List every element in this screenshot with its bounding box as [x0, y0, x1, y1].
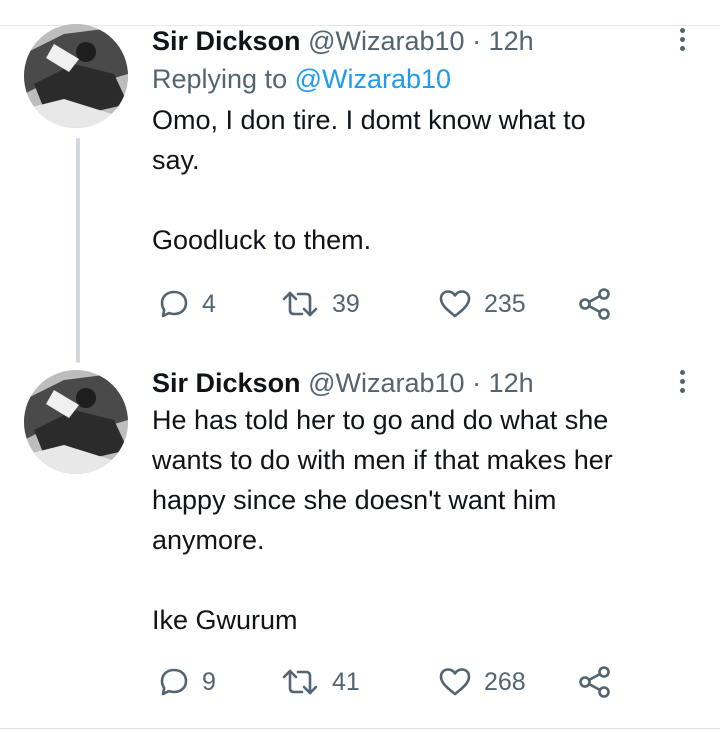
heart-icon — [439, 290, 471, 318]
heart-icon — [439, 668, 471, 696]
author-name[interactable]: Sir Dickson — [152, 368, 301, 398]
reply-icon — [160, 290, 188, 318]
like-count: 235 — [484, 289, 526, 318]
replying-to-mention[interactable]: @Wizarab10 — [295, 64, 451, 94]
separator-dot: · — [472, 368, 482, 398]
bottom-divider — [0, 728, 720, 729]
share-button[interactable] — [578, 662, 612, 702]
author-handle[interactable]: @Wizarab10 — [308, 26, 464, 56]
replying-to: Replying to @Wizarab10 — [152, 62, 692, 96]
share-icon — [579, 288, 610, 320]
tweet-text: Omo, I don tire. I domt know what to say… — [152, 100, 692, 260]
tweet-text-line: anymore. — [152, 525, 265, 555]
like-count: 268 — [484, 667, 526, 696]
tweet-header: Sir Dickson @Wizarab10 · 12h — [152, 26, 692, 56]
author-name[interactable]: Sir Dickson — [152, 26, 301, 56]
replying-to-label: Replying to — [152, 64, 288, 94]
tweet-text-line: Goodluck to them. — [152, 225, 372, 255]
tweet-text-line: say. — [152, 145, 200, 175]
retweet-icon — [282, 669, 318, 695]
avatar[interactable] — [24, 24, 128, 128]
retweet-count: 41 — [332, 667, 360, 696]
reply-button[interactable]: 4 — [158, 284, 216, 324]
author-handle[interactable]: @Wizarab10 — [308, 368, 464, 398]
like-button[interactable]: 235 — [438, 284, 526, 324]
timestamp[interactable]: 12h — [489, 26, 534, 56]
reply-count: 4 — [202, 289, 216, 318]
retweet-count: 39 — [332, 289, 360, 318]
retweet-button[interactable]: 39 — [280, 284, 360, 324]
timestamp[interactable]: 12h — [489, 368, 534, 398]
reply-icon — [160, 668, 188, 696]
like-button[interactable]: 268 — [438, 662, 526, 702]
separator-dot: · — [472, 26, 482, 56]
retweet-button[interactable]: 41 — [280, 662, 360, 702]
tweet-text-line: Omo, I don tire. I domt know what to — [152, 105, 586, 135]
share-button[interactable] — [578, 284, 612, 324]
tweet-text-line: wants to do with men if that makes her — [152, 445, 613, 475]
tweet-header: Sir Dickson @Wizarab10 · 12h — [152, 368, 692, 398]
retweet-icon — [282, 291, 318, 317]
tweet-actions: 4 39 235 — [150, 284, 620, 324]
more-options-icon[interactable] — [672, 26, 692, 56]
tweet-text-line: happy since she doesn't want him — [152, 485, 557, 515]
avatar[interactable] — [24, 370, 128, 474]
more-options-icon[interactable] — [672, 368, 692, 398]
tweet-text: He has told her to go and do what she wa… — [152, 400, 692, 640]
tweet-text-line: He has told her to go and do what she — [152, 405, 609, 435]
share-icon — [579, 666, 610, 698]
tweet-text-line: Ike Gwurum — [152, 605, 298, 635]
reply-button[interactable]: 9 — [158, 662, 216, 702]
thread-connector-line — [76, 138, 80, 363]
reply-count: 9 — [202, 667, 216, 696]
tweet-actions: 9 41 268 — [150, 662, 620, 702]
